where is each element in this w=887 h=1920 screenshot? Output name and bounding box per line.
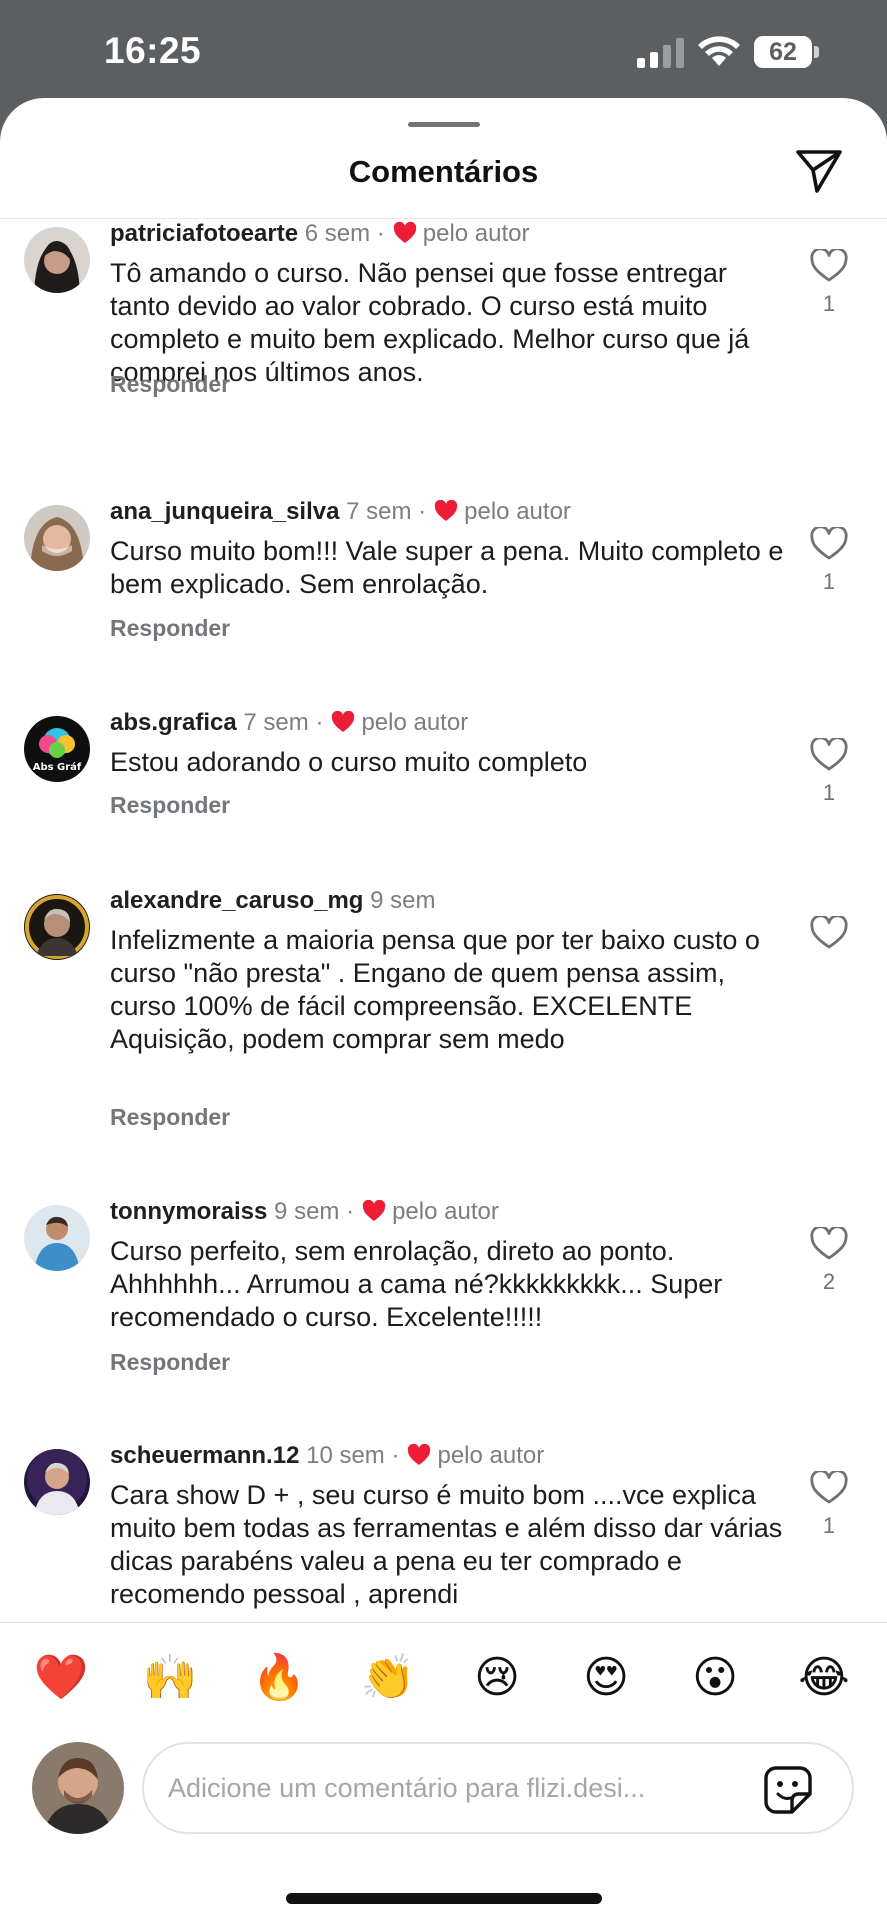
cellular-signal-icon (637, 38, 684, 68)
comment-text: Tô amando o curso. Não pensei que fosse … (110, 258, 750, 387)
liked-by-author-label: pelo autor (392, 1198, 499, 1225)
like-heart-icon[interactable] (810, 249, 848, 283)
comment-text: Estou adorando o curso muito completo (110, 747, 588, 777)
comment-text: Infelizmente a maioria pensa que por ter… (110, 925, 760, 1054)
liked-by-author-label: pelo autor (422, 220, 530, 247)
reaction-raised-hands[interactable]: 🙌 (130, 1638, 210, 1718)
comment-time: 9 sem (274, 1198, 340, 1225)
author-liked-heart-icon (362, 1200, 386, 1221)
meta-separator: · (315, 709, 324, 736)
comment-time: 7 sem (243, 709, 309, 736)
comment-item: patriciafotoearte 6 sem · pelo autor Tô a… (0, 219, 887, 489)
like-count: 1 (822, 569, 836, 594)
comments-sheet: Comentários patriciafotoearte 6 sem · pel… (0, 98, 887, 1920)
author-liked-heart-icon (393, 222, 416, 243)
comment-item: Abs Gráf abs.grafica 7 sem · pelo autor E… (0, 708, 887, 878)
meta-separator: · (346, 1198, 355, 1225)
reaction-crying-face[interactable]: 😢 (457, 1638, 537, 1718)
reply-button[interactable]: Responder (110, 615, 230, 642)
comment-username[interactable]: scheuermann.12 (110, 1442, 299, 1469)
avatar[interactable] (24, 1449, 90, 1515)
avatar[interactable] (24, 505, 90, 571)
author-liked-heart-icon (434, 500, 458, 521)
author-liked-heart-icon (408, 1444, 431, 1465)
reaction-red-heart[interactable]: ❤️ (21, 1638, 101, 1718)
status-bar: 16:25 62 (0, 0, 887, 104)
author-liked-heart-icon (332, 711, 355, 732)
avatar[interactable] (24, 894, 90, 960)
comment-list[interactable]: patriciafotoearte 6 sem · pelo autor Tô a… (0, 219, 887, 1721)
like-heart-icon[interactable] (810, 1471, 848, 1505)
current-user-avatar (32, 1742, 124, 1834)
emoji-bar-divider (0, 1622, 887, 1623)
liked-by-author-label: pelo autor (464, 498, 571, 525)
comment-time: 6 sem (304, 220, 371, 247)
avatar[interactable] (24, 227, 90, 293)
comment-time: 10 sem (306, 1442, 385, 1469)
home-indicator[interactable] (286, 1893, 602, 1904)
comment-item: alexandre_caruso_mg 9 sem Infelizmente a… (0, 886, 887, 1186)
comment-composer[interactable] (142, 1742, 854, 1834)
comment-header: scheuermann.12 10 sem · pelo autor (110, 1441, 544, 1471)
comment-time: 9 sem (370, 887, 436, 914)
reply-button[interactable]: Responder (110, 1104, 230, 1131)
comment-item: tonnymoraiss 9 sem · pelo autor Curso per… (0, 1197, 887, 1427)
reply-button[interactable]: Responder (110, 371, 230, 398)
battery-icon: 62 (754, 36, 820, 68)
sheet-grabber[interactable] (408, 122, 480, 127)
like-count: 2 (822, 1269, 836, 1294)
comment-username[interactable]: alexandre_caruso_mg (110, 887, 363, 914)
comment-time: 7 sem (346, 498, 412, 525)
reply-button[interactable]: Responder (110, 1349, 230, 1376)
meta-separator: · (391, 1442, 400, 1469)
comment-header: patriciafotoearte 6 sem · pelo autor (110, 219, 530, 249)
avatar[interactable]: Abs Gráf (24, 716, 90, 782)
comment-text: Cara show D + , seu curso é muito bom ..… (110, 1480, 783, 1609)
like-heart-icon[interactable] (810, 1227, 848, 1261)
reaction-tears-of-joy[interactable]: 😂 (784, 1638, 864, 1718)
comment-text: Curso muito bom!!! Vale super a pena. Mu… (110, 536, 784, 599)
like-heart-icon[interactable] (810, 916, 848, 950)
like-count: 1 (822, 1513, 836, 1538)
like-heart-icon[interactable] (810, 738, 848, 772)
wifi-icon (698, 36, 740, 66)
reaction-fire[interactable]: 🔥 (239, 1638, 319, 1718)
comment-header: tonnymoraiss 9 sem · pelo autor (110, 1197, 499, 1227)
comment-username[interactable]: tonnymoraiss (110, 1198, 267, 1225)
comment-header: abs.grafica 7 sem · pelo autor (110, 708, 468, 738)
comment-item: scheuermann.12 10 sem · pelo autor Cara s… (0, 1441, 887, 1641)
battery-level: 62 (769, 38, 797, 66)
avatar[interactable] (24, 1205, 90, 1271)
comment-text: Curso perfeito, sem enrolação, direto ao… (110, 1236, 723, 1332)
like-count: 1 (822, 780, 836, 805)
comment-username[interactable]: abs.grafica (110, 709, 237, 736)
quick-reaction-bar: ❤️ 🙌 🔥 👏 😢 😍 😮 😂 (0, 1638, 887, 1718)
meta-separator: · (418, 498, 427, 525)
like-count: 1 (822, 291, 836, 316)
comment-header: alexandre_caruso_mg 9 sem (110, 886, 436, 916)
reaction-surprised-face[interactable]: 😮 (675, 1638, 755, 1718)
svg-text:Abs Gráf: Abs Gráf (33, 761, 82, 773)
send-icon[interactable] (795, 148, 843, 194)
liked-by-author-label: pelo autor (361, 709, 469, 736)
status-time: 16:25 (104, 30, 202, 71)
sticker-icon[interactable] (762, 1764, 814, 1816)
comment-input[interactable] (168, 1766, 728, 1810)
comment-username[interactable]: ana_junqueira_silva (110, 498, 339, 525)
sheet-title: Comentários (348, 154, 539, 189)
comment-username[interactable]: patriciafotoearte (110, 220, 298, 247)
reaction-heart-eyes[interactable]: 😍 (566, 1638, 646, 1718)
comment-item: ana_junqueira_silva 7 sem · pelo autor Cu… (0, 497, 887, 697)
comment-header: ana_junqueira_silva 7 sem · pelo autor (110, 497, 571, 527)
reply-button[interactable]: Responder (110, 792, 230, 819)
like-heart-icon[interactable] (810, 527, 848, 561)
meta-separator: · (376, 220, 385, 247)
reaction-clapping-hands[interactable]: 👏 (348, 1638, 428, 1718)
liked-by-author-label: pelo autor (437, 1442, 545, 1469)
